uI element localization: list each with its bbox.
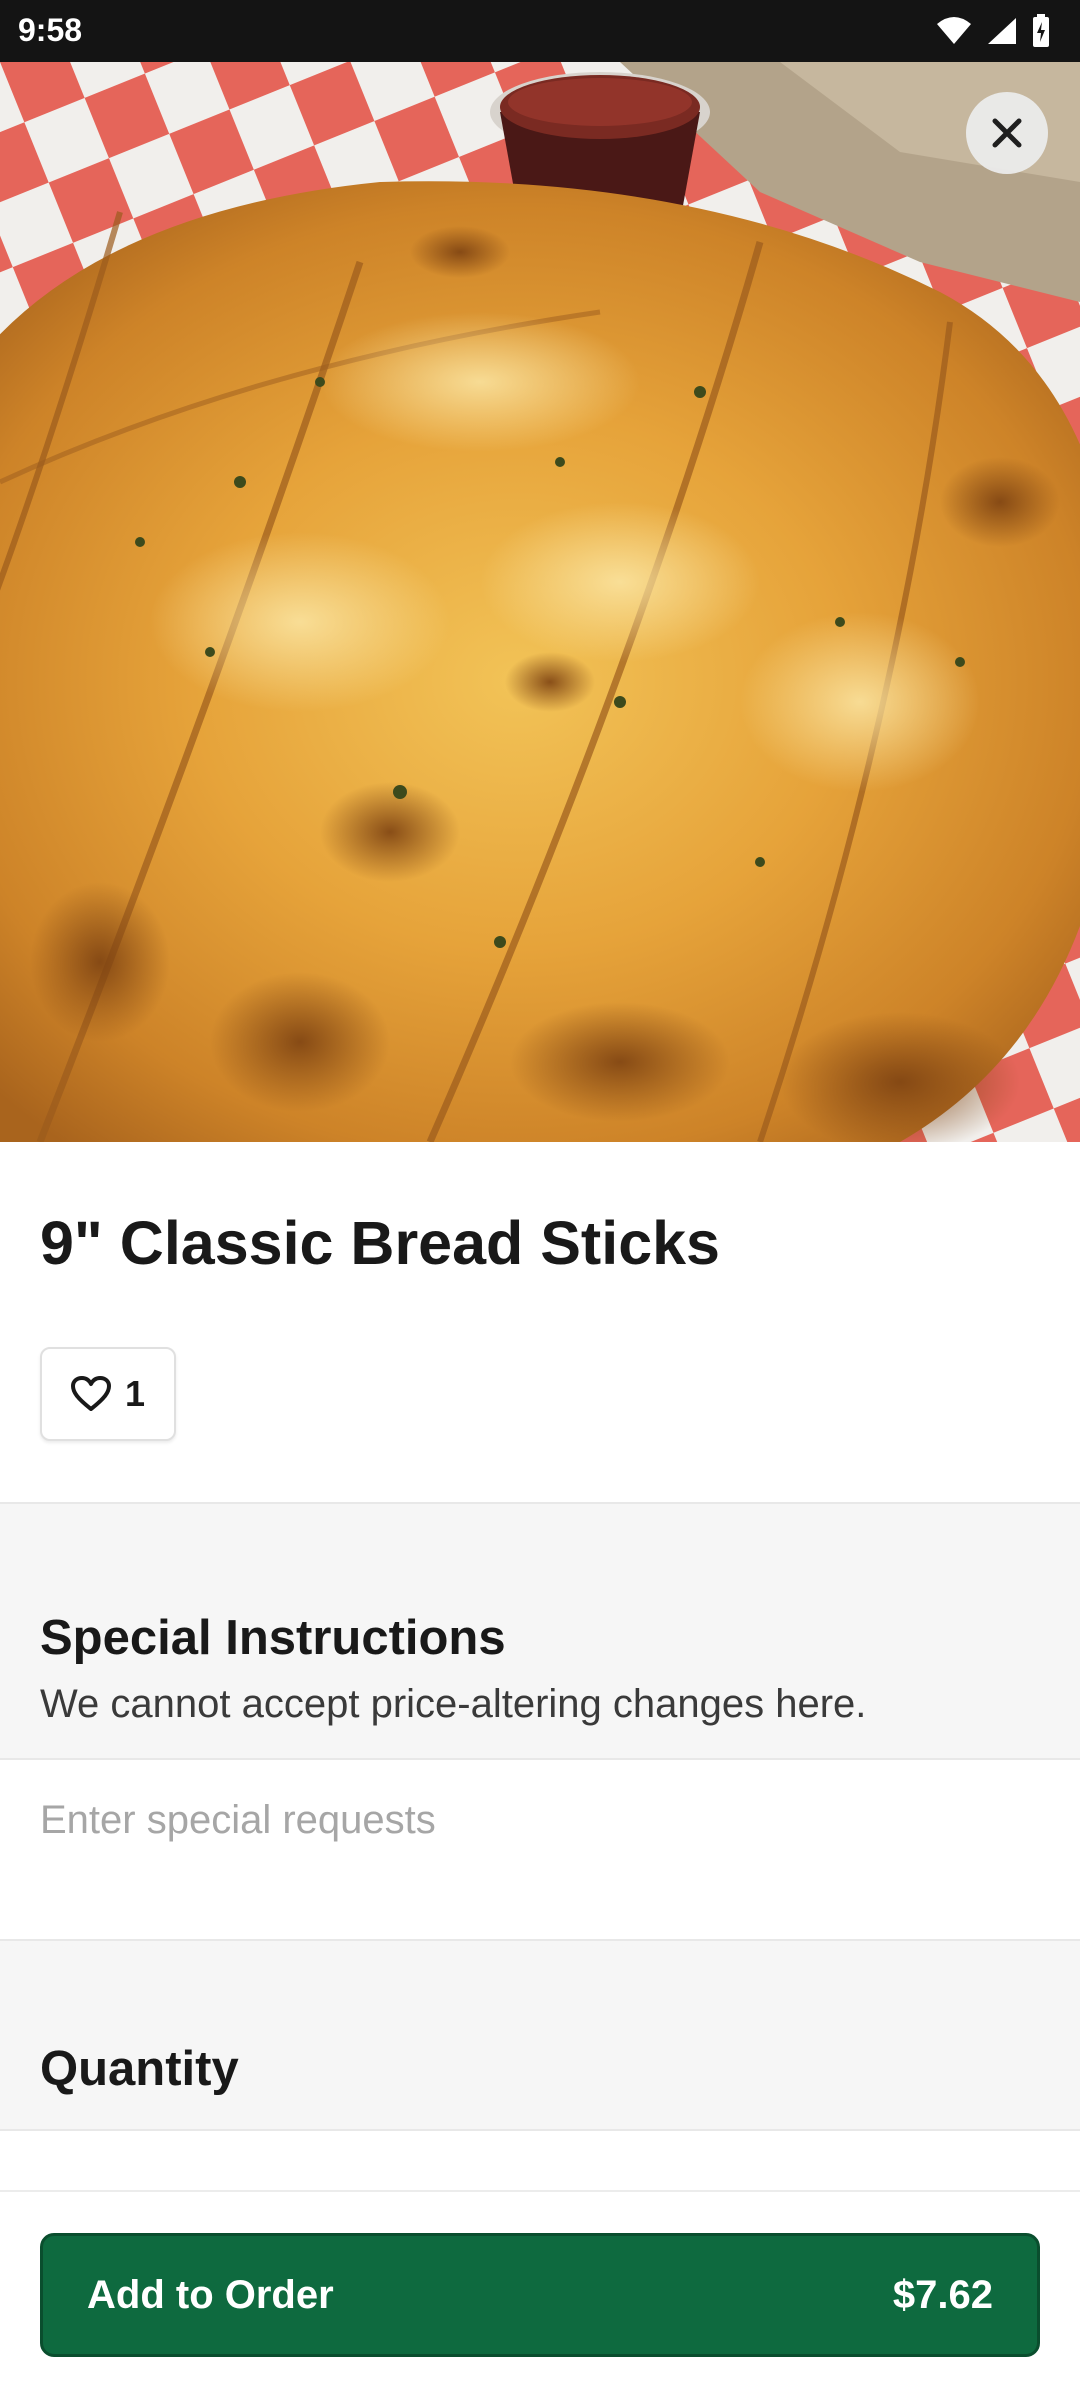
item-title: 9" Classic Bread Sticks [40,1209,720,1277]
status-bar: 9:58 [0,0,1080,62]
quantity-section: Quantity [0,1939,1080,2131]
heart-icon [70,1376,111,1411]
add-to-order-button[interactable]: Add to Order $7.62 [40,2233,1040,2357]
status-time: 9:58 [18,12,83,48]
favorite-count: 1 [124,1373,146,1414]
special-requests-placeholder[interactable]: Enter special requests [40,1798,436,1843]
special-instructions-section: Special Instructions We cannot accept pr… [0,1502,1080,1760]
close-button-circle[interactable] [966,92,1048,174]
close-button[interactable] [966,92,1080,174]
close-icon [992,118,1022,148]
battery-icon [1033,14,1049,47]
special-instructions-heading: Special Instructions [40,1611,506,1665]
wifi-icon [937,17,971,44]
bread-sticks-photo [0,62,1080,1142]
status-icons [936,14,1050,48]
special-requests-input[interactable] [0,1760,1080,1939]
signal-icon [988,18,1016,44]
special-instructions-subtitle: We cannot accept price-altering changes … [40,1682,867,1726]
order-price: $7.62 [892,2272,993,2317]
bread-sticks-illustration [0,62,1080,1142]
quantity-heading: Quantity [40,2042,239,2096]
add-to-order-label: Add to Order [87,2272,334,2317]
favorite-button[interactable]: 1 [40,1347,176,1441]
